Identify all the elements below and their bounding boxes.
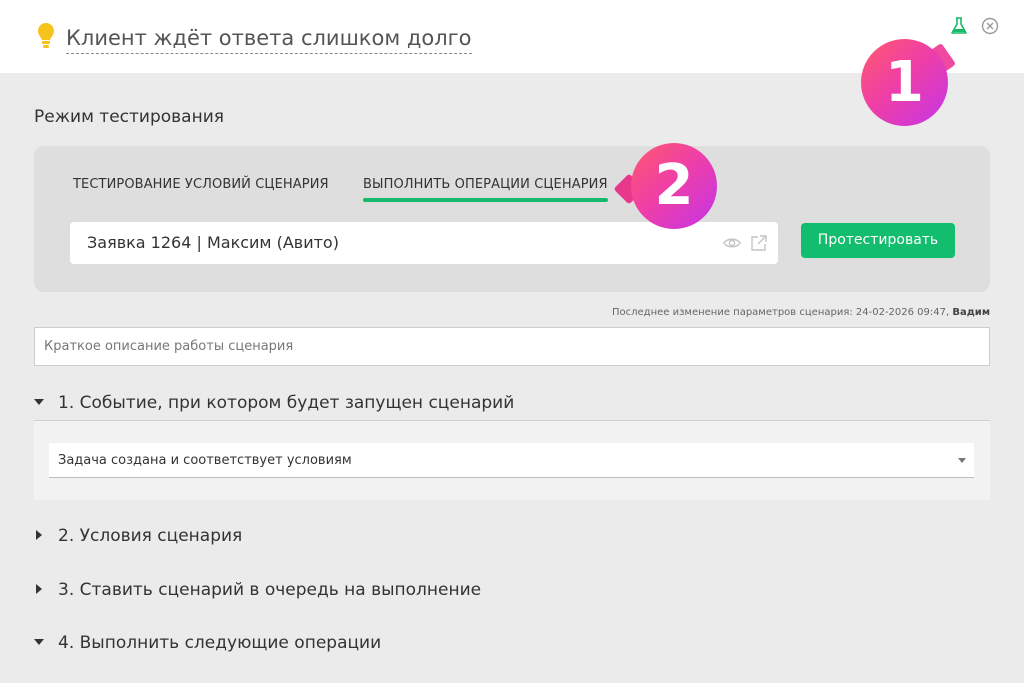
description-placeholder: Краткое описание работы сценария (44, 339, 294, 354)
close-circle-icon[interactable] (981, 17, 999, 35)
tab-run-operations[interactable]: ВЫПОЛНИТЬ ОПЕРАЦИИ СЦЕНАРИЯ (363, 177, 608, 192)
collapse-arrow-icon (36, 584, 42, 594)
expand-arrow-icon (34, 399, 44, 405)
section-conditions-label: 2. Условия сценария (58, 526, 243, 546)
annotation-badge-1: 1 (861, 39, 948, 126)
section-queue[interactable]: 3. Ставить сценарий в очередь на выполне… (34, 580, 481, 600)
deal-input-value: Заявка 1264 | Максим (Авито) (87, 233, 339, 252)
last-change-text: Последнее изменение параметров сценария:… (611, 307, 953, 318)
test-button[interactable]: Протестировать (801, 223, 955, 258)
flask-icon[interactable] (950, 17, 968, 35)
collapse-arrow-icon (36, 530, 42, 540)
expand-arrow-icon (34, 639, 44, 645)
event-select-value: Задача создана и соответствует условиям (58, 453, 352, 468)
event-select[interactable]: Задача создана и соответствует условиям (49, 443, 974, 478)
section-operations-label: 4. Выполнить следующие операции (58, 633, 382, 653)
section-event-label: 1. Событие, при котором будет запущен сц… (58, 393, 515, 413)
testing-mode-label: Режим тестирования (34, 107, 224, 127)
section-conditions[interactable]: 2. Условия сценария (34, 526, 242, 546)
section-event[interactable]: 1. Событие, при котором будет запущен сц… (34, 393, 514, 413)
external-link-icon[interactable] (750, 234, 768, 252)
active-tab-underline (363, 198, 608, 202)
description-input[interactable]: Краткое описание работы сценария (34, 327, 990, 366)
lightbulb-icon (38, 23, 54, 48)
eye-icon[interactable] (723, 235, 741, 251)
dropdown-caret-icon (958, 458, 966, 463)
last-change-user: Вадим (952, 307, 990, 318)
section-queue-label: 3. Ставить сценарий в очередь на выполне… (58, 580, 482, 600)
testing-panel (34, 146, 990, 292)
annotation-badge-2: 2 (631, 143, 717, 229)
section-operations[interactable]: 4. Выполнить следующие операции (34, 633, 381, 653)
last-change-info: Последнее изменение параметров сценария:… (612, 307, 990, 318)
scenario-title[interactable]: Клиент ждёт ответа слишком долго (66, 24, 472, 54)
tab-test-conditions[interactable]: ТЕСТИРОВАНИЕ УСЛОВИЙ СЦЕНАРИЯ (73, 177, 329, 192)
